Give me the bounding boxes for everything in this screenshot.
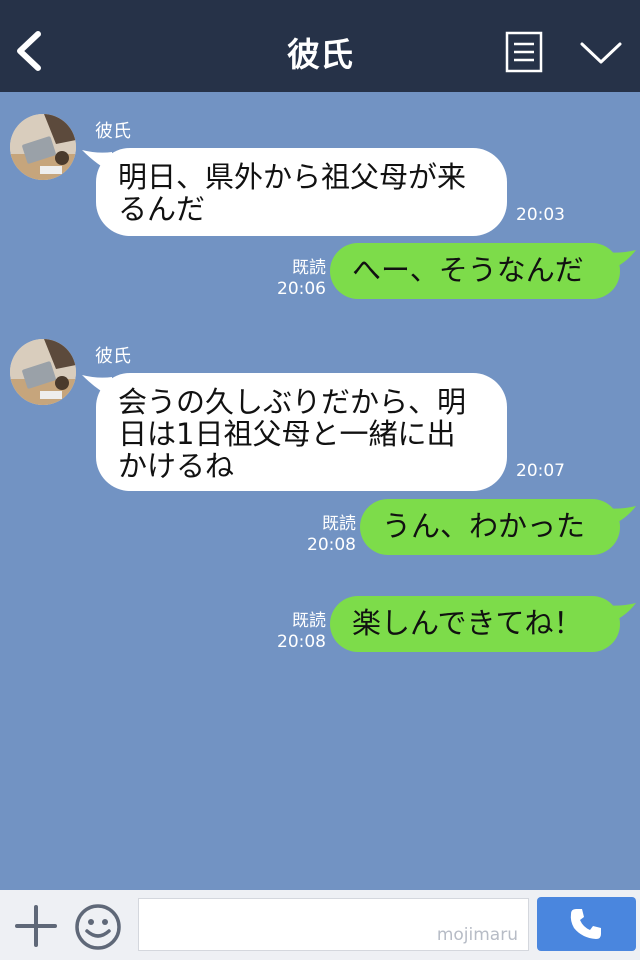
avatar[interactable] (10, 114, 76, 180)
avatar[interactable] (10, 339, 76, 405)
read-label: 既読 (292, 258, 326, 278)
sender-name: 彼氏 (95, 346, 131, 367)
menu-icon[interactable] (505, 31, 543, 73)
message-bubble[interactable]: うん、わかった (360, 499, 620, 555)
call-button[interactable] (537, 897, 636, 951)
header-bar: 彼氏 (0, 0, 640, 92)
message-time: 20:08 (307, 535, 356, 555)
input-bar: mojimaru (0, 890, 640, 960)
message-bubble[interactable]: 会うの久しぶりだから、明 日は1日祖父母と一緒に出 かけるね (96, 373, 507, 491)
read-receipt: 既読 20:08 (300, 514, 356, 556)
message-bubble[interactable]: 楽しんできてね！ (330, 596, 620, 652)
chevron-down-icon[interactable] (579, 40, 623, 66)
message-time: 20:08 (277, 632, 326, 652)
message-bubble[interactable]: 明日、県外から祖父母が来 るんだ (96, 148, 507, 236)
sender-name: 彼氏 (95, 121, 131, 142)
message-line: へー、そうなんだ (352, 253, 584, 287)
message-time: 20:07 (516, 461, 565, 481)
emoji-icon[interactable] (74, 903, 122, 951)
message-line: かけるね (118, 449, 235, 483)
message-line: 楽しんできてね！ (352, 606, 583, 640)
watermark: mojimaru (436, 925, 518, 945)
message-line: うん、わかった (382, 509, 586, 543)
avatar-photo-icon (10, 114, 76, 180)
phone-icon (570, 909, 601, 939)
chat-title: 彼氏 (287, 35, 353, 74)
plus-icon[interactable] (15, 905, 57, 947)
read-receipt: 既読 20:06 (270, 258, 326, 300)
avatar-photo-icon (10, 339, 76, 405)
message-line: 日は1日祖父母と一緒に出 (118, 417, 456, 451)
read-label: 既読 (292, 611, 326, 631)
read-label: 既読 (322, 514, 356, 534)
message-line: 会うの久しぶりだから、明 (118, 385, 467, 419)
message-time: 20:06 (277, 279, 326, 299)
message-bubble[interactable]: へー、そうなんだ (330, 243, 620, 299)
read-receipt: 既読 20:08 (270, 611, 326, 653)
message-line: るんだ (118, 192, 206, 226)
message-line: 明日、県外から祖父母が来 (118, 160, 467, 194)
message-input[interactable]: mojimaru (138, 898, 529, 951)
message-time: 20:03 (516, 205, 565, 225)
